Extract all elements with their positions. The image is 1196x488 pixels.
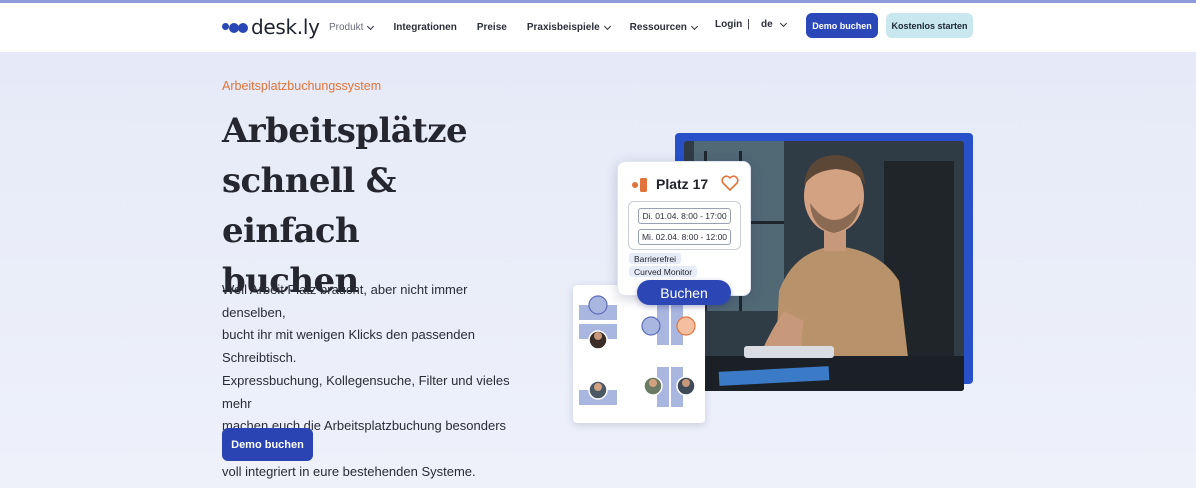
free-trial-button[interactable]: Kostenlos starten [886,13,973,38]
heart-icon[interactable] [721,175,739,191]
language-label: de [761,19,773,30]
desk-marker-icon [632,178,647,192]
chevron-down-icon [690,22,698,30]
hero-eyebrow: Arbeitsplatzbuchungssystem [222,79,382,93]
booking-card: Platz 17 Di. 01.04. 8:00 - 17:00 Mi. 02.… [617,161,751,296]
booking-slots: Di. 01.04. 8:00 - 17:00 Mi. 02.04. 8:00 … [628,201,741,250]
main-nav: Produkt Integrationen Preise Praxisbeisp… [329,3,717,52]
nav-item-integrationen[interactable]: Integrationen [393,22,456,33]
booking-slot[interactable]: Mi. 02.04. 8:00 - 12:00 [638,229,731,245]
book-button[interactable]: Buchen [637,280,731,305]
logo-icon [222,20,248,34]
hero-title-line: Arbeitsplätze [222,111,468,151]
hero-description-line: Weil Arbeit Platz braucht, aber nicht im… [222,282,468,320]
nav-item-praxisbeispiele[interactable]: Praxisbeispiele [526,22,611,33]
chevron-down-icon [603,22,611,30]
chevron-down-icon [779,19,787,27]
login-link[interactable]: Login [715,19,742,30]
nav-item-label: Praxisbeispiele [526,22,600,33]
demo-button-header[interactable]: Demo buchen [806,13,878,38]
booking-card-title: Platz 17 [656,176,709,192]
nav-item-preise[interactable]: Preise [477,22,507,33]
nav-item-ressourcen[interactable]: Ressourcen [629,22,698,33]
language-selector[interactable]: de [761,19,787,30]
nav-item-produkt[interactable]: Produkt [329,22,375,33]
feature-tag: Barrierefrei [629,253,682,264]
nav-item-label: Preise [476,22,507,33]
nav-item-label: Produkt [329,22,364,33]
hero-title-line: schnell & einfach [222,161,396,251]
nav-item-label: Integrationen [393,22,457,33]
hero-description-line: voll integriert in eure bestehenden Syst… [222,463,476,479]
logo[interactable]: desk.ly [222,14,320,40]
hero-title: Arbeitsplätze schnell & einfach buchen [222,106,542,306]
nav-separator: | [747,18,750,30]
chevron-down-icon [367,22,375,30]
booking-slot[interactable]: Di. 01.04. 8:00 - 17:00 [638,208,731,224]
feature-tag: Curved Monitor [629,266,698,277]
demo-button-hero[interactable]: Demo buchen [222,428,313,461]
floor-plan-card [573,285,705,423]
nav-item-label: Ressourcen [629,22,687,33]
hero-description-line: bucht ihr mit wenigen Klicks den passend… [222,327,475,366]
logo-text: desk.ly [251,15,320,39]
floor-plan-illustration [579,295,696,407]
hero-description-line: Expressbuchung, Kollegensuche, Filter un… [222,372,510,411]
